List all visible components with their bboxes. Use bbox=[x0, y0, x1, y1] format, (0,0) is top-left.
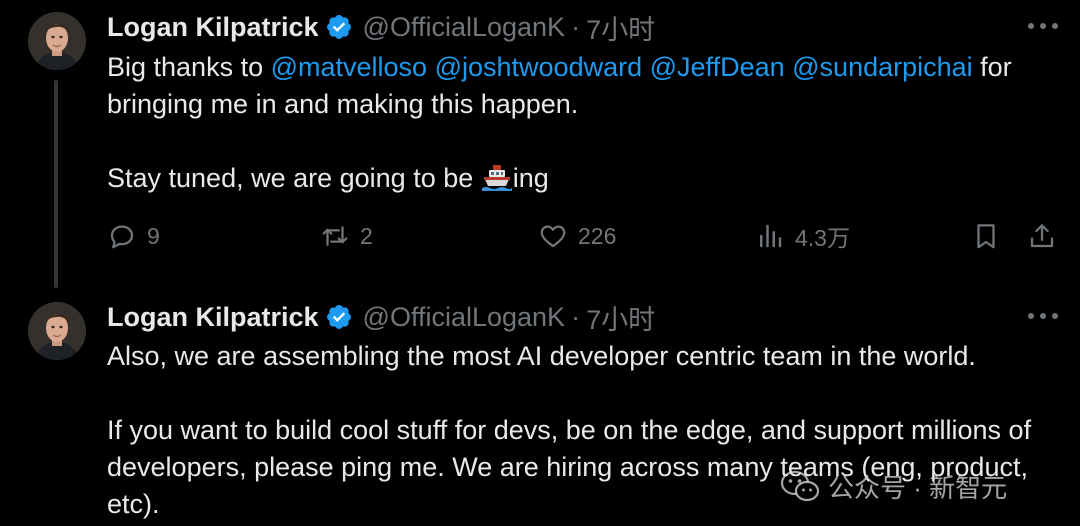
text-segment: Stay tuned, we are going to be bbox=[107, 163, 481, 193]
separator-dot: · bbox=[571, 301, 581, 332]
ship-emoji bbox=[481, 165, 512, 191]
mention-link[interactable]: @JeffDean bbox=[650, 52, 785, 82]
author-handle[interactable]: @OfficialLoganK bbox=[363, 302, 566, 333]
tweet-header: Logan Kilpatrick @OfficialLoganK · 7小时 bbox=[107, 8, 655, 47]
tweet-paragraph: Big thanks to @matvelloso @joshtwoodward… bbox=[107, 49, 1067, 123]
text-segment: ing bbox=[512, 163, 549, 193]
views-button[interactable]: 4.3万 bbox=[755, 218, 850, 254]
tweet-1[interactable]: Logan Kilpatrick @OfficialLoganK · 7小时 B… bbox=[0, 0, 1080, 290]
retweet-icon bbox=[322, 226, 348, 246]
reply-button[interactable]: 9 bbox=[107, 218, 160, 254]
timestamp[interactable]: 7小时 bbox=[586, 8, 655, 47]
reply-count: 9 bbox=[147, 222, 160, 249]
like-count: 226 bbox=[578, 222, 617, 249]
reply-icon bbox=[110, 225, 134, 249]
like-button[interactable]: 226 bbox=[538, 218, 616, 254]
view-count: 4.3万 bbox=[795, 225, 850, 251]
watermark: 公众号 · 新智元 bbox=[780, 466, 1007, 506]
avatar-image bbox=[28, 12, 86, 70]
watermark-label: 公众号 · 新智元 bbox=[828, 472, 1008, 503]
tweet-paragraph: Stay tuned, we are going to be ing bbox=[107, 160, 1067, 197]
bookmark-button[interactable] bbox=[971, 218, 1011, 254]
mention-link[interactable]: @joshtwoodward bbox=[435, 52, 643, 82]
author-name[interactable]: Logan Kilpatrick bbox=[107, 302, 319, 333]
tweet-header: Logan Kilpatrick @OfficialLoganK · 7小时 bbox=[107, 298, 655, 337]
tweet-paragraph: Also, we are assembling the most AI deve… bbox=[107, 341, 976, 371]
more-icon[interactable] bbox=[1028, 304, 1058, 328]
more-icon[interactable] bbox=[1028, 14, 1058, 38]
mention-link[interactable]: @matvelloso bbox=[271, 52, 427, 82]
author-name[interactable]: Logan Kilpatrick bbox=[107, 12, 319, 43]
separator-dot: · bbox=[571, 11, 581, 42]
avatar[interactable] bbox=[28, 12, 86, 70]
thread-connector bbox=[54, 80, 58, 288]
text-segment: Big thanks to bbox=[107, 52, 271, 82]
verified-badge-icon bbox=[326, 305, 351, 329]
author-handle[interactable]: @OfficialLoganK bbox=[363, 12, 566, 43]
verified-badge-icon bbox=[326, 15, 351, 39]
share-button[interactable] bbox=[1027, 218, 1067, 254]
bookmark-icon bbox=[977, 224, 995, 249]
views-chart-icon bbox=[760, 224, 782, 248]
avatar[interactable] bbox=[28, 302, 86, 360]
heart-icon bbox=[540, 225, 566, 248]
mention-link[interactable]: @sundarpichai bbox=[792, 52, 973, 82]
wechat-icon bbox=[780, 470, 820, 502]
tweet-actions: 9 2 226 4.3万 bbox=[107, 218, 1062, 254]
retweet-button[interactable]: 2 bbox=[320, 218, 373, 254]
share-icon bbox=[1030, 224, 1054, 248]
tweet-text: Big thanks to @matvelloso @joshtwoodward… bbox=[107, 49, 1067, 197]
retweet-count: 2 bbox=[360, 222, 373, 249]
avatar-image bbox=[28, 302, 86, 360]
timestamp[interactable]: 7小时 bbox=[586, 298, 655, 337]
